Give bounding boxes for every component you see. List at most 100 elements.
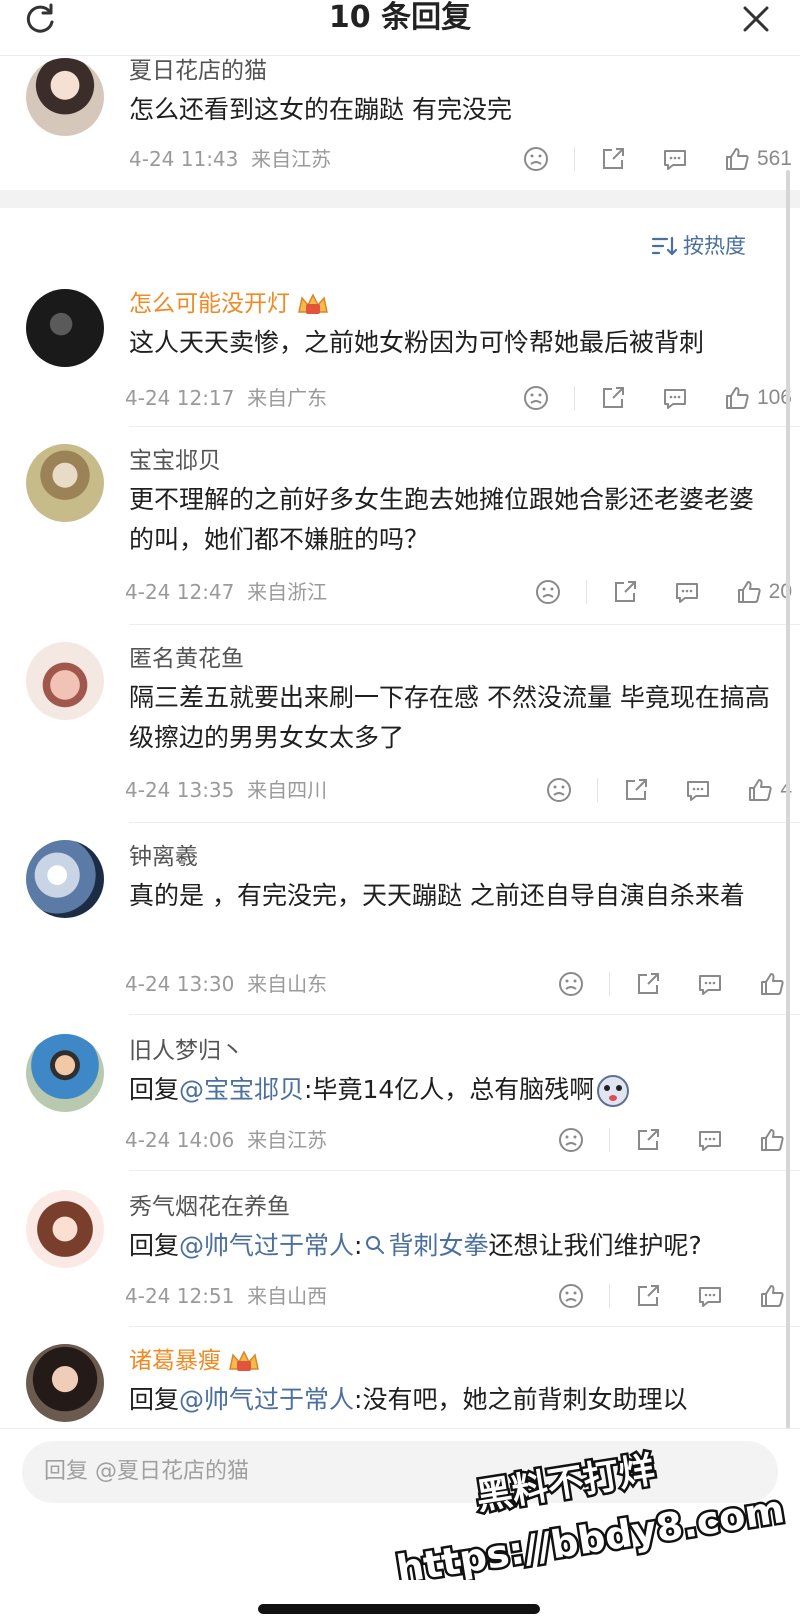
comment-actions: 4 <box>545 774 792 806</box>
divider <box>129 822 800 823</box>
thumbs-up-icon <box>749 779 772 801</box>
avatar[interactable] <box>26 58 104 136</box>
dislike-icon[interactable] <box>557 970 585 998</box>
reply-bar: 回复 @夏日花店的猫 <box>0 1428 800 1622</box>
comment-date: 4-24 13:30 <box>125 972 235 996</box>
share-icon[interactable] <box>599 145 627 173</box>
comment-meta: 4-24 12:17 来自广东 106 <box>125 382 800 414</box>
thumbs-up-icon <box>737 581 761 603</box>
comment-icon[interactable] <box>684 776 712 804</box>
reply-prefix: 回复 <box>129 1385 180 1414</box>
comment-text: 还想让我们维护呢? <box>488 1231 702 1260</box>
sort-icon <box>651 236 677 256</box>
comment-actions: 20 <box>534 576 792 608</box>
comment-icon[interactable] <box>661 384 689 412</box>
comment-author[interactable]: 宝宝邶贝 <box>129 446 778 476</box>
comment-author[interactable]: 诸葛暴瘦 <box>129 1348 221 1374</box>
avatar[interactable] <box>26 289 104 367</box>
comment-author[interactable]: 怎么可能没开灯 <box>129 291 290 317</box>
comment-icon[interactable] <box>673 578 701 606</box>
share-icon[interactable] <box>634 970 662 998</box>
avatar[interactable] <box>26 444 104 522</box>
avatar[interactable] <box>26 642 104 720</box>
avatar[interactable] <box>26 840 104 918</box>
share-icon[interactable] <box>599 384 627 412</box>
scrollbar[interactable] <box>786 170 790 1430</box>
comment-date: 4-24 12:47 <box>125 580 235 604</box>
like-button[interactable]: 20 <box>735 576 792 608</box>
reply-prefix: 回复 <box>129 1075 180 1104</box>
share-icon[interactable] <box>611 578 639 606</box>
comment-location: 来自山西 <box>247 1284 328 1308</box>
comment-icon[interactable] <box>696 1282 724 1310</box>
topic-text: 背刺女拳 <box>388 1231 489 1260</box>
comment-meta: 4-24 12:47 来自浙江 20 <box>125 576 800 608</box>
comment-date: 4-24 14:06 <box>125 1128 235 1152</box>
like-button[interactable]: 106 <box>723 382 792 414</box>
dislike-icon[interactable] <box>522 384 550 412</box>
comment-icon[interactable] <box>696 970 724 998</box>
comment-meta: 4-24 12:51 来自山西 <box>125 1280 800 1312</box>
comment-actions <box>557 968 792 1000</box>
comment-location: 来自四川 <box>247 778 328 802</box>
comment-text: 这人天天卖惨，之前她女粉因为可怜帮她最后被背刺 <box>129 328 705 357</box>
comment-icon[interactable] <box>661 145 689 173</box>
comment-date: 4-24 12:51 <box>125 1284 235 1308</box>
list-item: 诸葛暴瘦 回复@帅气过于常人:没有吧，她之前背刺女助理以 <box>0 1340 800 1428</box>
comment-author[interactable]: 钟离羲 <box>129 842 778 872</box>
home-indicator[interactable] <box>258 1604 540 1614</box>
comment-icon[interactable] <box>696 1126 724 1154</box>
dislike-icon[interactable] <box>557 1282 585 1310</box>
comment-text: :毕竟14亿人，总有脑残啊 <box>304 1075 595 1104</box>
list-item: 宝宝邶贝 更不理解的之前好多女生跑去她摊位跟她合影还老婆老婆的叫，她们都不嫌脏的… <box>0 440 800 620</box>
comment-location: 来自山东 <box>247 972 328 996</box>
avatar[interactable] <box>26 1344 104 1422</box>
divider <box>129 1014 800 1015</box>
comment-author[interactable]: 秀气烟花在养鱼 <box>129 1192 778 1222</box>
sort-toggle[interactable]: 按热度 <box>651 232 746 260</box>
comment-text: 更不理解的之前好多女生跑去她摊位跟她合影还老婆老婆的叫，她们都不嫌脏的吗？ <box>129 485 755 554</box>
comment-location: 来自浙江 <box>247 580 328 604</box>
top-bar: 10 条回复 <box>0 0 800 56</box>
dislike-icon[interactable] <box>534 578 562 606</box>
mention-link[interactable]: @帅气过于常人 <box>179 1385 354 1414</box>
avatar[interactable] <box>26 1034 104 1112</box>
crown-icon <box>298 292 328 314</box>
comment-actions <box>557 1280 792 1312</box>
comment-text: :没有吧，她之前背刺女助理以 <box>354 1385 688 1414</box>
comment-actions: 106 <box>522 382 792 414</box>
divider <box>129 624 800 625</box>
comment-actions <box>557 1124 792 1156</box>
close-icon[interactable] <box>740 3 772 35</box>
mention-link[interactable]: @帅气过于常人 <box>179 1231 354 1260</box>
share-icon[interactable] <box>634 1282 662 1310</box>
comment-meta: 4-24 11:43 来自江苏 561 <box>129 143 800 175</box>
comment-location: 来自广东 <box>247 386 328 410</box>
comment-text: 怎么还看到这女的在蹦跶 有完没完 <box>129 95 512 124</box>
avatar[interactable] <box>26 1190 104 1268</box>
reply-prefix: 回复 <box>129 1231 180 1260</box>
list-item: 钟离羲 真的是 ，有完没完，天天蹦跶 之前还自导自演自杀来着 4-24 13:3… <box>0 836 800 1016</box>
emoji-icon <box>597 1075 630 1107</box>
crown-icon <box>229 1349 259 1371</box>
comment-text: 隔三差五就要出来刷一下存在感 不然没流量 毕竟现在搞高级擦边的男男女女太多了 <box>129 683 770 752</box>
comment-author[interactable]: 旧人梦归丶 <box>129 1036 778 1066</box>
comment-actions: 561 <box>522 143 792 175</box>
share-icon[interactable] <box>622 776 650 804</box>
thumbs-up-icon <box>761 1129 784 1151</box>
dislike-icon[interactable] <box>557 1126 585 1154</box>
comment-author[interactable]: 夏日花店的猫 <box>129 56 778 86</box>
mention-link[interactable]: @宝宝邶贝 <box>179 1075 304 1104</box>
comment-meta: 4-24 13:35 来自四川 4 <box>125 774 800 806</box>
dislike-icon[interactable] <box>545 776 573 804</box>
reply-input[interactable]: 回复 @夏日花店的猫 <box>22 1441 778 1503</box>
topic-link[interactable]: 背刺女拳 <box>362 1231 488 1260</box>
comment-date: 4-24 11:43 <box>129 147 239 171</box>
comment-author[interactable]: 匿名黄花鱼 <box>129 644 778 674</box>
sort-label: 按热度 <box>683 234 746 258</box>
page-title: 10 条回复 <box>328 0 472 35</box>
dislike-icon[interactable] <box>522 145 550 173</box>
like-button[interactable]: 561 <box>723 143 792 175</box>
share-icon[interactable] <box>634 1126 662 1154</box>
comment-meta: 4-24 14:06 来自江苏 <box>125 1124 800 1156</box>
